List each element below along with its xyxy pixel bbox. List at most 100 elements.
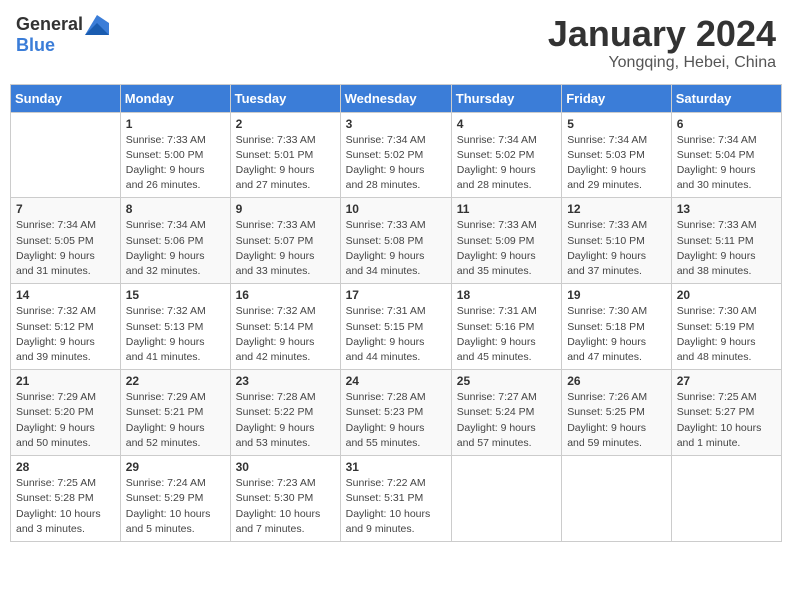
calendar-cell: 27Sunrise: 7:25 AM Sunset: 5:27 PM Dayli… bbox=[671, 370, 781, 456]
day-info: Sunrise: 7:34 AM Sunset: 5:02 PM Dayligh… bbox=[457, 133, 556, 194]
calendar-cell bbox=[11, 112, 121, 198]
day-info: Sunrise: 7:34 AM Sunset: 5:05 PM Dayligh… bbox=[16, 218, 115, 279]
day-number: 17 bbox=[346, 288, 446, 302]
logo-general: General bbox=[16, 14, 83, 35]
weekday-header: Tuesday bbox=[230, 84, 340, 112]
day-number: 21 bbox=[16, 374, 115, 388]
day-info: Sunrise: 7:29 AM Sunset: 5:21 PM Dayligh… bbox=[126, 390, 225, 451]
calendar-cell: 21 Sunrise: 7:29 AM Sunset: 5:20 PM Dayli… bbox=[11, 370, 121, 456]
calendar-cell: 17 Sunrise: 7:31 AM Sunset: 5:15 PM Dayli… bbox=[340, 284, 451, 370]
calendar-cell bbox=[562, 456, 672, 542]
calendar-cell: 11 Sunrise: 7:33 AM Sunset: 5:09 PM Dayli… bbox=[451, 198, 561, 284]
day-info: Sunrise: 7:33 AM Sunset: 5:08 PM Dayligh… bbox=[346, 218, 446, 279]
calendar-cell: 28 Sunrise: 7:25 AM Sunset: 5:28 PM Dayli… bbox=[11, 456, 121, 542]
day-info: Sunrise: 7:34 AM Sunset: 5:04 PM Dayligh… bbox=[677, 133, 776, 194]
logo: General Blue bbox=[16, 14, 109, 56]
day-number: 15 bbox=[126, 288, 225, 302]
calendar-cell: 16 Sunrise: 7:32 AM Sunset: 5:14 PM Dayli… bbox=[230, 284, 340, 370]
calendar-cell: 5Sunrise: 7:34 AM Sunset: 5:03 PM Daylig… bbox=[562, 112, 672, 198]
day-number: 20 bbox=[677, 288, 776, 302]
calendar-cell: 4 Sunrise: 7:34 AM Sunset: 5:02 PM Daylig… bbox=[451, 112, 561, 198]
day-number: 1 bbox=[126, 117, 225, 131]
day-number: 10 bbox=[346, 202, 446, 216]
day-number: 18 bbox=[457, 288, 556, 302]
weekday-header: Wednesday bbox=[340, 84, 451, 112]
day-number: 30 bbox=[236, 460, 335, 474]
day-number: 4 bbox=[457, 117, 556, 131]
calendar-week-row: 14Sunrise: 7:32 AM Sunset: 5:12 PM Dayli… bbox=[11, 284, 782, 370]
calendar-week-row: 1Sunrise: 7:33 AM Sunset: 5:00 PM Daylig… bbox=[11, 112, 782, 198]
calendar-cell: 31 Sunrise: 7:22 AM Sunset: 5:31 PM Dayli… bbox=[340, 456, 451, 542]
calendar-table: SundayMondayTuesdayWednesdayThursdayFrid… bbox=[10, 84, 782, 542]
day-info: Sunrise: 7:30 AM Sunset: 5:18 PM Dayligh… bbox=[567, 304, 666, 365]
calendar-cell: 8Sunrise: 7:34 AM Sunset: 5:06 PM Daylig… bbox=[120, 198, 230, 284]
day-info: Sunrise: 7:33 AM Sunset: 5:10 PM Dayligh… bbox=[567, 218, 666, 279]
weekday-header-row: SundayMondayTuesdayWednesdayThursdayFrid… bbox=[11, 84, 782, 112]
calendar-cell: 3Sunrise: 7:34 AM Sunset: 5:02 PM Daylig… bbox=[340, 112, 451, 198]
day-info: Sunrise: 7:31 AM Sunset: 5:16 PM Dayligh… bbox=[457, 304, 556, 365]
calendar-cell: 15 Sunrise: 7:32 AM Sunset: 5:13 PM Dayli… bbox=[120, 284, 230, 370]
day-info: Sunrise: 7:33 AM Sunset: 5:01 PM Dayligh… bbox=[236, 133, 335, 194]
calendar-cell: 26 Sunrise: 7:26 AM Sunset: 5:25 PM Dayli… bbox=[562, 370, 672, 456]
day-info: Sunrise: 7:29 AM Sunset: 5:20 PM Dayligh… bbox=[16, 390, 115, 451]
day-number: 13 bbox=[677, 202, 776, 216]
day-info: Sunrise: 7:25 AM Sunset: 5:27 PM Dayligh… bbox=[677, 390, 776, 451]
calendar-cell: 30 Sunrise: 7:23 AM Sunset: 5:30 PM Dayli… bbox=[230, 456, 340, 542]
day-info: Sunrise: 7:32 AM Sunset: 5:13 PM Dayligh… bbox=[126, 304, 225, 365]
calendar-cell: 2 Sunrise: 7:33 AM Sunset: 5:01 PM Daylig… bbox=[230, 112, 340, 198]
weekday-header: Monday bbox=[120, 84, 230, 112]
day-number: 29 bbox=[126, 460, 225, 474]
day-number: 26 bbox=[567, 374, 666, 388]
weekday-header: Saturday bbox=[671, 84, 781, 112]
calendar-week-row: 7 Sunrise: 7:34 AM Sunset: 5:05 PM Daylig… bbox=[11, 198, 782, 284]
logo-blue: Blue bbox=[16, 35, 55, 55]
calendar-cell: 22 Sunrise: 7:29 AM Sunset: 5:21 PM Dayli… bbox=[120, 370, 230, 456]
day-info: Sunrise: 7:33 AM Sunset: 5:11 PM Dayligh… bbox=[677, 218, 776, 279]
title-section: January 2024 Yongqing, Hebei, China bbox=[548, 14, 776, 72]
weekday-header: Friday bbox=[562, 84, 672, 112]
day-number: 2 bbox=[236, 117, 335, 131]
calendar-cell: 25 Sunrise: 7:27 AM Sunset: 5:24 PM Dayli… bbox=[451, 370, 561, 456]
day-info: Sunrise: 7:23 AM Sunset: 5:30 PM Dayligh… bbox=[236, 476, 335, 537]
day-info: Sunrise: 7:30 AM Sunset: 5:19 PM Dayligh… bbox=[677, 304, 776, 365]
day-info: Sunrise: 7:22 AM Sunset: 5:31 PM Dayligh… bbox=[346, 476, 446, 537]
calendar-cell: 6Sunrise: 7:34 AM Sunset: 5:04 PM Daylig… bbox=[671, 112, 781, 198]
day-number: 23 bbox=[236, 374, 335, 388]
day-info: Sunrise: 7:26 AM Sunset: 5:25 PM Dayligh… bbox=[567, 390, 666, 451]
calendar-cell: 20 Sunrise: 7:30 AM Sunset: 5:19 PM Dayli… bbox=[671, 284, 781, 370]
day-number: 16 bbox=[236, 288, 335, 302]
day-info: Sunrise: 7:32 AM Sunset: 5:12 PM Dayligh… bbox=[16, 304, 115, 365]
calendar-cell bbox=[671, 456, 781, 542]
day-number: 11 bbox=[457, 202, 556, 216]
weekday-header: Thursday bbox=[451, 84, 561, 112]
day-number: 3 bbox=[346, 117, 446, 131]
day-number: 24 bbox=[346, 374, 446, 388]
day-info: Sunrise: 7:27 AM Sunset: 5:24 PM Dayligh… bbox=[457, 390, 556, 451]
calendar-cell: 9Sunrise: 7:33 AM Sunset: 5:07 PM Daylig… bbox=[230, 198, 340, 284]
calendar-cell: 13 Sunrise: 7:33 AM Sunset: 5:11 PM Dayli… bbox=[671, 198, 781, 284]
day-number: 7 bbox=[16, 202, 115, 216]
day-number: 12 bbox=[567, 202, 666, 216]
day-info: Sunrise: 7:34 AM Sunset: 5:06 PM Dayligh… bbox=[126, 218, 225, 279]
calendar-cell: 23 Sunrise: 7:28 AM Sunset: 5:22 PM Dayli… bbox=[230, 370, 340, 456]
day-info: Sunrise: 7:24 AM Sunset: 5:29 PM Dayligh… bbox=[126, 476, 225, 537]
day-number: 28 bbox=[16, 460, 115, 474]
calendar-cell: 29 Sunrise: 7:24 AM Sunset: 5:29 PM Dayli… bbox=[120, 456, 230, 542]
calendar-cell: 1Sunrise: 7:33 AM Sunset: 5:00 PM Daylig… bbox=[120, 112, 230, 198]
day-info: Sunrise: 7:34 AM Sunset: 5:03 PM Dayligh… bbox=[567, 133, 666, 194]
day-info: Sunrise: 7:25 AM Sunset: 5:28 PM Dayligh… bbox=[16, 476, 115, 537]
month-title: January 2024 bbox=[548, 14, 776, 54]
day-info: Sunrise: 7:31 AM Sunset: 5:15 PM Dayligh… bbox=[346, 304, 446, 365]
day-number: 22 bbox=[126, 374, 225, 388]
day-info: Sunrise: 7:33 AM Sunset: 5:09 PM Dayligh… bbox=[457, 218, 556, 279]
day-number: 31 bbox=[346, 460, 446, 474]
day-info: Sunrise: 7:32 AM Sunset: 5:14 PM Dayligh… bbox=[236, 304, 335, 365]
logo-icon bbox=[85, 15, 109, 35]
day-number: 25 bbox=[457, 374, 556, 388]
calendar-cell: 10 Sunrise: 7:33 AM Sunset: 5:08 PM Dayli… bbox=[340, 198, 451, 284]
day-number: 19 bbox=[567, 288, 666, 302]
page-header: General Blue January 2024 Yongqing, Hebe… bbox=[10, 10, 782, 76]
calendar-week-row: 21 Sunrise: 7:29 AM Sunset: 5:20 PM Dayli… bbox=[11, 370, 782, 456]
day-info: Sunrise: 7:28 AM Sunset: 5:22 PM Dayligh… bbox=[236, 390, 335, 451]
calendar-cell bbox=[451, 456, 561, 542]
